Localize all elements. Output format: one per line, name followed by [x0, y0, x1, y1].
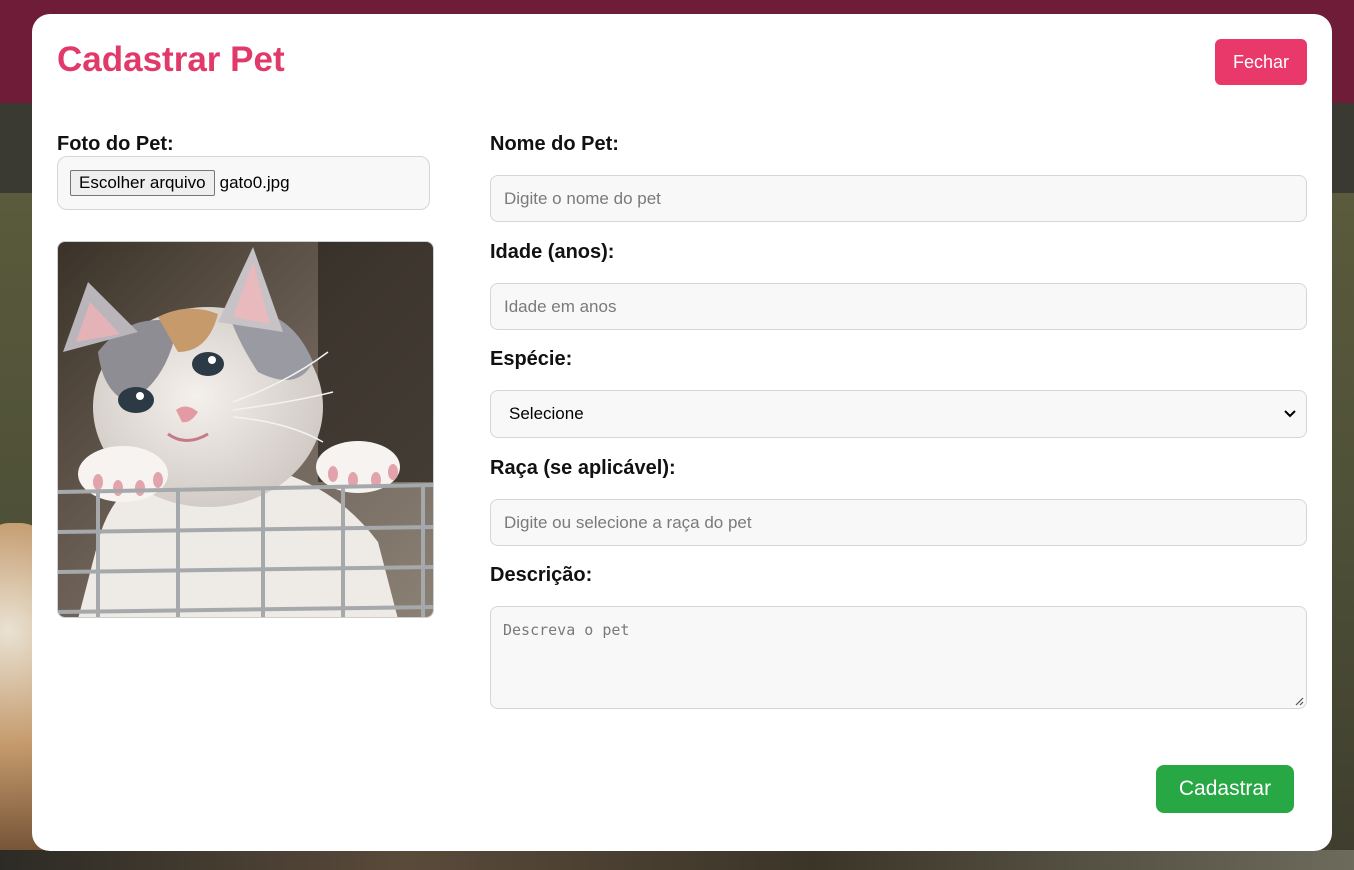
pet-name-label: Nome do Pet: [490, 133, 619, 155]
species-label: Espécie: [490, 348, 573, 370]
species-selected-value: Selecione [509, 404, 584, 423]
submit-button[interactable]: Cadastrar [1156, 765, 1294, 813]
pet-name-input[interactable] [490, 175, 1307, 222]
age-label: Idade (anos): [490, 241, 615, 263]
modal-title: Cadastrar Pet [57, 40, 285, 79]
chevron-down-icon [1284, 410, 1296, 418]
background-image-strip [0, 850, 1354, 870]
file-input[interactable]: Escolher arquivo gato0.jpg [57, 156, 430, 210]
register-pet-modal: Cadastrar Pet Fechar Foto do Pet: Escolh… [32, 14, 1332, 851]
photo-label: Foto do Pet: [57, 133, 174, 155]
age-input[interactable] [490, 283, 1307, 330]
close-button[interactable]: Fechar [1215, 39, 1307, 85]
description-textarea[interactable] [490, 606, 1307, 709]
breed-label: Raça (se aplicável): [490, 457, 676, 479]
file-name: gato0.jpg [219, 173, 290, 192]
choose-file-button[interactable]: Escolher arquivo [70, 170, 215, 196]
resize-grip-icon[interactable] [1294, 696, 1304, 706]
pet-photo-preview [57, 241, 434, 618]
description-label: Descrição: [490, 564, 593, 586]
breed-input[interactable] [490, 499, 1307, 546]
kitten-photo [58, 242, 433, 617]
species-select[interactable]: Selecione [490, 390, 1307, 438]
